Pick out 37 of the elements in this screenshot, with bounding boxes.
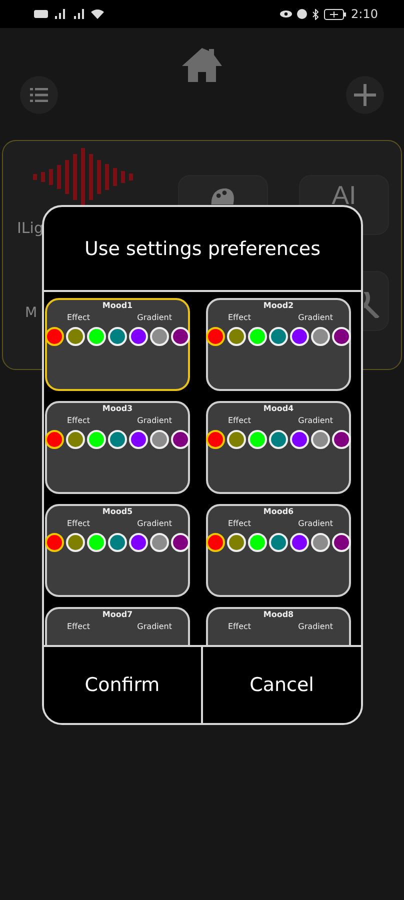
mood-card[interactable]: Mood2 Effect Gradient [206,298,351,391]
gradient-label: Gradient [298,416,333,425]
mode-label: M [25,305,38,321]
mood-card[interactable]: Mood4 Effect Gradient [206,401,351,494]
dialog-title: Use settings preferences [44,207,361,292]
effect-label: Effect [67,313,90,322]
mood-name: Mood1 [102,301,133,310]
mood-name: Mood5 [102,507,133,516]
mood-name: Mood6 [263,507,294,516]
mood-card[interactable]: Mood3 Effect Gradient [45,401,190,494]
effect-label: Effect [228,519,252,528]
mood-name: Mood2 [263,301,294,310]
gradient-label: Gradient [137,313,172,322]
gradient-label: Gradient [137,416,172,425]
mood-name: Mood3 [102,404,133,413]
gradient-label: Gradient [298,622,333,631]
mood-name: Mood4 [263,404,294,413]
effect-label: Effect [67,519,90,528]
gradient-label: Gradient [137,622,172,631]
mood-card[interactable]: Mood5 Effect Gradient [45,504,190,597]
effect-label: Effect [67,416,90,425]
gradient-label: Gradient [298,519,333,528]
mood-card[interactable]: Mood6 Effect Gradient [206,504,351,597]
confirm-button[interactable]: Confirm [44,647,202,723]
effect-label: Effect [67,622,90,631]
effect-label: Effect [228,313,252,322]
gradient-label: Gradient [137,519,172,528]
mood-name: Mood7 [102,610,133,619]
gradient-label: Gradient [298,313,333,322]
mood-card[interactable]: Mood8 Effect Gradient [206,607,351,645]
device-name: ILig [17,219,44,237]
effect-label: Effect [228,622,252,631]
mood-card[interactable]: Mood1 Effect Gradient [45,298,190,391]
mood-card[interactable]: Mood7 Effect Gradient [45,607,190,645]
mood-name: Mood8 [263,610,294,619]
status-time: 2:10 [351,7,378,21]
effect-label: Effect [228,416,252,425]
